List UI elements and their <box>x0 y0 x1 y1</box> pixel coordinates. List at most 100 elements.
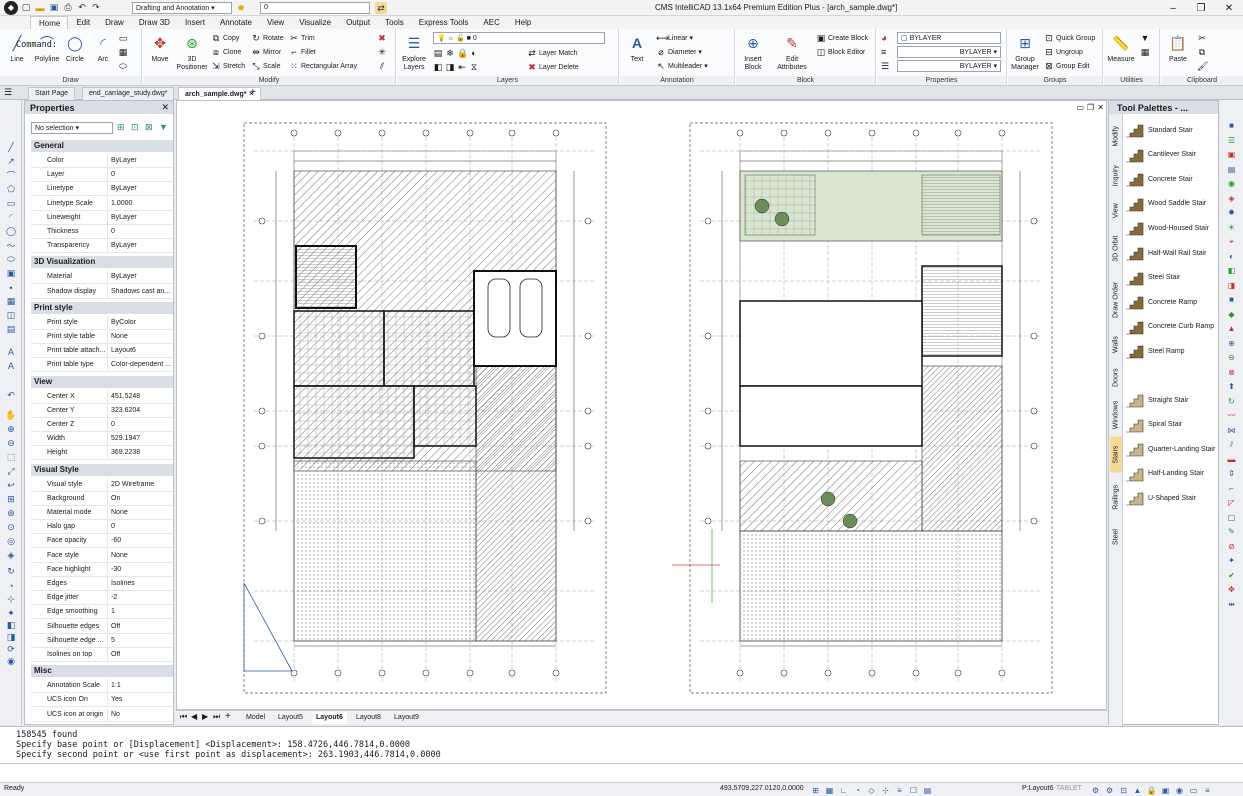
property-row[interactable]: Annotation Scale 1:1 <box>31 679 173 694</box>
edit-attributes-button[interactable]: ✎ Edit Attributes <box>772 32 812 72</box>
property-value[interactable]: Isolines <box>111 580 173 587</box>
lights-icon[interactable]: ✹ <box>1226 207 1237 218</box>
point-icon[interactable]: • <box>4 282 18 293</box>
esnap-icon[interactable]: ◇ <box>866 785 877 795</box>
property-value[interactable]: Yes <box>111 696 173 703</box>
slice-icon[interactable]: ⫽ <box>1226 439 1237 450</box>
property-value[interactable]: On <box>111 495 173 502</box>
layer-icon[interactable]: ■ <box>1226 120 1237 131</box>
property-row[interactable]: Material mode None <box>31 506 173 520</box>
category-print-style[interactable]: Print style <box>31 301 173 314</box>
property-value[interactable]: 1.0000 <box>111 200 173 207</box>
calculator-button[interactable]: ▦ <box>1140 46 1150 58</box>
move-button[interactable]: ✥ Move <box>145 32 175 64</box>
stretch-button[interactable]: ⇲ Stretch <box>211 60 245 72</box>
layer-tools-row-1[interactable]: ▤ ❄ 🔒 ◐ <box>433 47 479 59</box>
property-row[interactable]: Lineweight ByLayer <box>31 210 173 225</box>
zoom-extents-icon[interactable]: ⤢ <box>4 466 18 477</box>
property-value[interactable]: None <box>111 509 173 516</box>
quick-select-icon[interactable]: ⊠ <box>145 122 153 133</box>
print-icon[interactable]: ⎙ <box>62 2 74 14</box>
gizmo-icon[interactable]: ✥ <box>1226 584 1237 595</box>
panel-close-icon[interactable]: ✕ <box>161 102 169 113</box>
property-row[interactable]: Center Z 0 <box>31 418 173 432</box>
property-value[interactable]: 2D Wireframe <box>111 481 173 488</box>
palette-item-straight-stair[interactable]: Straight Stair <box>1125 389 1217 411</box>
property-row[interactable]: Silhouette edges Off <box>31 619 173 634</box>
zoom-in-icon[interactable]: ⊕ <box>4 424 18 435</box>
property-row[interactable]: Print table type Color-dependent ... <box>31 358 173 373</box>
lock-icon[interactable]: 🔒 <box>1146 785 1157 795</box>
menu-item-home[interactable]: Home <box>30 16 69 29</box>
hardware-icon[interactable]: ▣ <box>1160 785 1171 795</box>
linetype-combo[interactable]: BYLAYER ▾ <box>897 46 1001 58</box>
command-window[interactable]: 158545 found Specify base point or [Disp… <box>0 726 1243 782</box>
union-icon[interactable]: ⊕ <box>1226 338 1237 349</box>
qp-icon[interactable]: ▤ <box>922 785 933 795</box>
close-icon[interactable]: ✕ <box>1215 0 1243 16</box>
menu-item-output[interactable]: Output <box>338 16 377 29</box>
ungroup-button[interactable]: ⊟ Ungroup <box>1044 46 1083 58</box>
linear-dimension-button[interactable]: ⟷ Linear ▾ <box>656 32 693 44</box>
property-value[interactable]: Off <box>111 623 173 630</box>
property-value[interactable]: ByLayer <box>111 242 173 249</box>
zoom-previous-icon[interactable]: ↩ <box>4 480 18 491</box>
fillet-edge-icon[interactable]: ⌐ <box>1226 483 1237 494</box>
palette-item-concrete-stair[interactable]: Concrete Stair <box>1125 168 1217 190</box>
property-row[interactable]: Print style ByColor <box>31 315 173 330</box>
zoom-out-icon[interactable]: ⊖ <box>4 438 18 449</box>
separate-icon[interactable]: ⊘ <box>1226 541 1237 552</box>
trim-button[interactable]: ✂ Trim <box>289 32 315 44</box>
insert-block-button[interactable]: ⊕ Insert Block <box>738 32 768 72</box>
settings-icon[interactable]: ⚙ <box>1090 785 1101 795</box>
clean-icon[interactable]: ✦ <box>1226 555 1237 566</box>
layer-delete-button[interactable]: ✖ Layer Delete <box>527 61 578 73</box>
tab-end-carriage-study[interactable]: end_carriage_study.dwg* <box>82 87 175 100</box>
layer-combo[interactable]: 💡 ☼ 🔓 ■ 0 <box>433 32 605 44</box>
drawing-canvas[interactable]: ▭ ❐ ✕ <box>176 100 1107 710</box>
property-row[interactable]: Edges Isolines <box>31 577 173 591</box>
zoom-window-icon[interactable]: ⬚ <box>4 452 18 463</box>
tab-arch-sample[interactable]: arch_sample.dwg* ✕ <box>178 87 262 100</box>
property-row[interactable]: Linetype Scale 1.0000 <box>31 196 173 211</box>
lweight-icon[interactable]: ≡ <box>894 785 905 795</box>
refresh-icon[interactable]: ⟳ <box>4 644 18 655</box>
diameter-dimension-button[interactable]: ⌀ Diameter ▾ <box>656 46 702 58</box>
sun-icon[interactable]: ☀ <box>1226 222 1237 233</box>
property-row[interactable]: Face style None <box>31 548 173 563</box>
palette-tab-walls[interactable]: Walls <box>1110 329 1122 360</box>
palette-item-half-landing-stair[interactable]: Half-Landing Stair <box>1125 463 1217 485</box>
property-value[interactable]: None <box>111 552 173 559</box>
circle-button[interactable]: ◯ Circle <box>60 32 90 64</box>
property-row[interactable]: Edge jitter -2 <box>31 591 173 606</box>
property-value[interactable]: -30 <box>111 566 173 573</box>
palette-item-steel-ramp[interactable]: Steel Ramp <box>1125 340 1217 362</box>
selection-combo[interactable]: No selection ▾ <box>31 122 113 134</box>
layout-tab-layout5[interactable]: Layout5 <box>274 712 307 724</box>
property-value[interactable]: ByColor <box>111 319 173 326</box>
erase-button[interactable]: ✖ <box>377 32 387 44</box>
shell-icon[interactable]: ▢ <box>1226 512 1237 523</box>
fillet-button[interactable]: ⌐ Fillet <box>289 46 315 58</box>
property-value[interactable]: Layout6 <box>111 347 173 354</box>
named-view-icon[interactable]: ◨ <box>4 632 18 643</box>
ellipse-icon[interactable]: ⬭ <box>4 254 18 265</box>
menu-item-annotate[interactable]: Annotate <box>212 16 259 29</box>
property-value[interactable]: ByLayer <box>111 273 173 280</box>
surface-icon[interactable]: ▲ <box>1226 323 1237 334</box>
match-properties-button[interactable]: 🖌 <box>1197 60 1208 72</box>
check-icon[interactable]: ✔ <box>1226 570 1237 581</box>
visual-style-icon[interactable]: ◐ <box>1226 251 1237 262</box>
palette-item-u-shaped-stair[interactable]: U-Shaped Stair <box>1125 487 1217 509</box>
text-icon[interactable]: A <box>4 346 18 357</box>
redo-icon[interactable]: ↷ <box>90 2 102 14</box>
property-value[interactable]: ByLayer <box>111 214 173 221</box>
navigate-icon[interactable]: ✦ <box>4 608 18 619</box>
pan-icon[interactable]: ✋ <box>4 410 18 421</box>
menu-item-insert[interactable]: Insert <box>177 16 212 29</box>
property-row[interactable]: Height 369.2238 <box>31 446 173 461</box>
render-icon[interactable]: ◈ <box>1226 193 1237 204</box>
drawing-svg[interactable] <box>177 101 1106 709</box>
grid-icon[interactable]: ▦ <box>824 785 835 795</box>
chamfer-edge-icon[interactable]: ◸ <box>1226 497 1237 508</box>
